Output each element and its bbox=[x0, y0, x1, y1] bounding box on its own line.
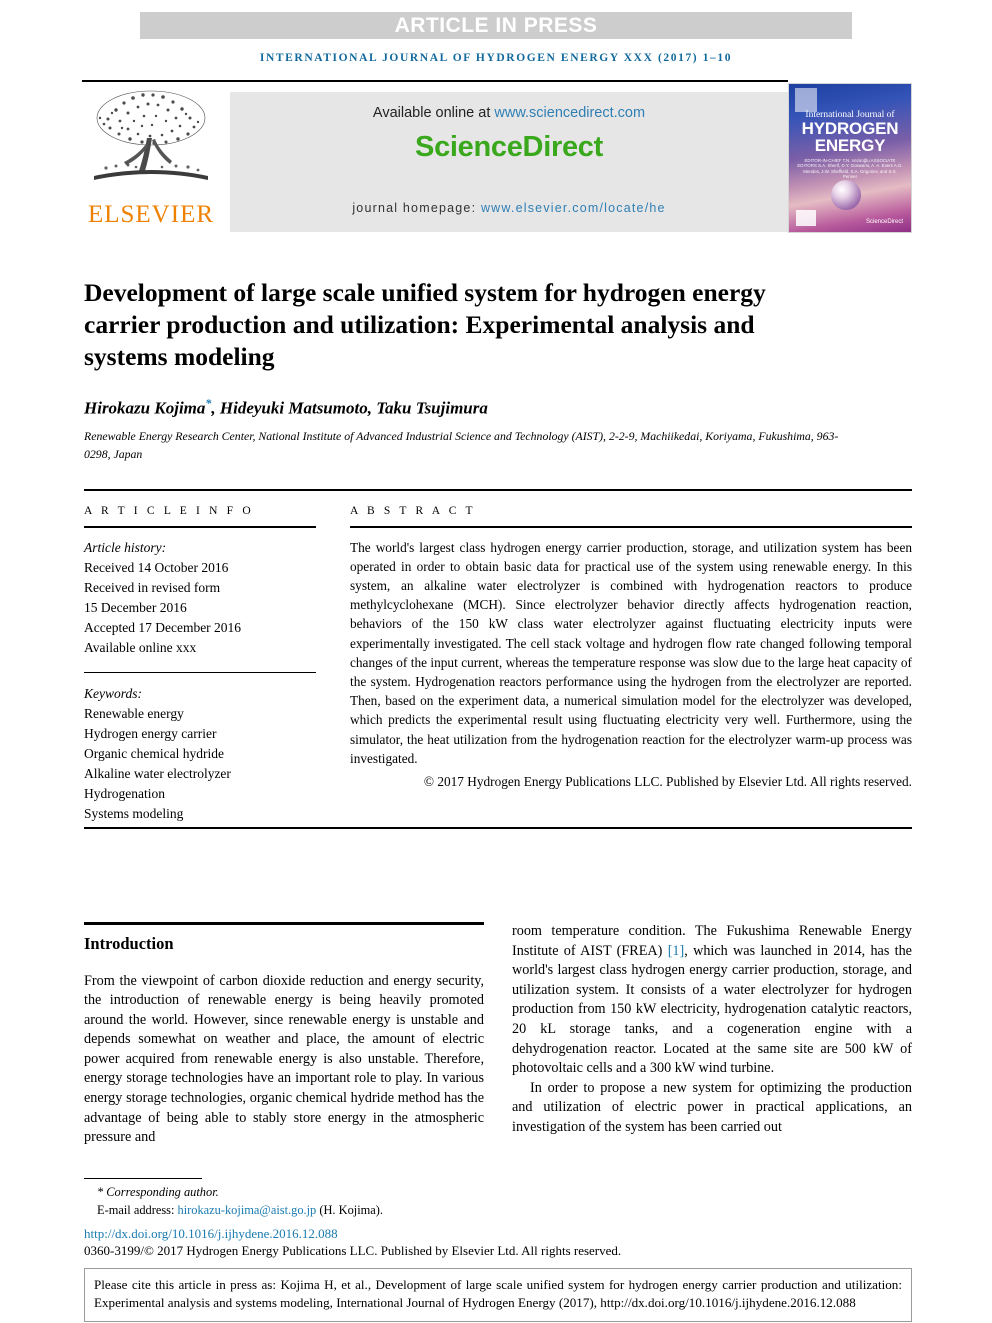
sciencedirect-banner: Available online at www.sciencedirect.co… bbox=[230, 92, 788, 232]
keyword-item: Hydrogenation bbox=[84, 785, 165, 801]
keyword-item: Organic chemical hydride bbox=[84, 745, 224, 761]
abstract-column: A B S T R A C T The world's largest clas… bbox=[350, 505, 912, 791]
email-label: E-mail address: bbox=[97, 1202, 178, 1217]
sciencedirect-wordmark: ScienceDirect bbox=[415, 131, 603, 163]
article-first-page: ARTICLE IN PRESS INTERNATIONAL JOURNAL O… bbox=[0, 0, 992, 1323]
available-online-prefix: Available online at bbox=[372, 105, 495, 121]
article-history-label: Article history: bbox=[84, 539, 167, 555]
article-in-press-label: ARTICLE IN PRESS bbox=[394, 13, 598, 37]
journal-homepage-prefix: journal homepage: bbox=[352, 201, 481, 215]
journal-homepage-link[interactable]: www.elsevier.com/locate/he bbox=[481, 201, 666, 215]
footnote-star-marker: * bbox=[97, 1185, 107, 1200]
body-right-column: room temperature condition. The Fukushim… bbox=[512, 922, 912, 1138]
info-block-top-rule bbox=[84, 489, 912, 491]
author-list-rest: , Hideyuki Matsumoto, Taku Tsujimura bbox=[211, 398, 488, 418]
keyword-item: Renewable energy bbox=[84, 705, 184, 721]
info-block-bottom-rule bbox=[84, 827, 912, 829]
article-in-press-banner: ARTICLE IN PRESS bbox=[140, 12, 852, 39]
footnote-rule bbox=[84, 1178, 202, 1180]
article-info-rule bbox=[84, 526, 316, 528]
cover-h2-badge-icon bbox=[796, 210, 816, 226]
cover-energy-word: ENERGY bbox=[814, 136, 886, 155]
body-left-column: Introduction From the viewpoint of carbo… bbox=[84, 922, 484, 1148]
author-affiliation: Renewable Energy Research Center, Nation… bbox=[84, 429, 839, 461]
journal-homepage-line: journal homepage: www.elsevier.com/locat… bbox=[230, 201, 788, 215]
keyword-item: Alkaline water electrolyzer bbox=[84, 765, 231, 781]
page-title: Development of large scale unified syste… bbox=[84, 278, 766, 372]
author-list: Hirokazu Kojima*, Hideyuki Matsumoto, Ta… bbox=[84, 396, 844, 419]
issn-copyright-line: 0360-3199/© 2017 Hydrogen Energy Publica… bbox=[84, 1243, 622, 1258]
keywords-label: Keywords: bbox=[84, 685, 142, 701]
cover-title-line2: HYDROGEN ENERGY bbox=[789, 120, 911, 154]
introduction-paragraph-continued: room temperature condition. The Fukushim… bbox=[512, 922, 912, 1079]
introduction-top-rule bbox=[84, 922, 484, 925]
citation-box: Please cite this article in press as: Ko… bbox=[84, 1268, 912, 1322]
introduction-heading: Introduction bbox=[84, 933, 174, 953]
email-suffix: (H. Kojima). bbox=[316, 1202, 384, 1217]
doi-link[interactable]: http://dx.doi.org/10.1016/j.ijhydene.201… bbox=[84, 1226, 338, 1242]
history-item: Accepted 17 December 2016 bbox=[84, 619, 242, 635]
email-link[interactable]: hirokazu-kojima@aist.go.jp bbox=[178, 1203, 317, 1217]
corresponding-author-note: * Corresponding author. bbox=[84, 1184, 504, 1202]
available-online-line: Available online at www.sciencedirect.co… bbox=[230, 105, 788, 121]
cover-sphere-graphic bbox=[831, 180, 861, 210]
reference-link-1[interactable]: [1] bbox=[668, 943, 685, 959]
abstract-heading: A B S T R A C T bbox=[350, 505, 476, 517]
journal-running-head: INTERNATIONAL JOURNAL OF HYDROGEN ENERGY… bbox=[259, 52, 733, 64]
journal-masthead: ELSEVIER Available online at www.science… bbox=[82, 80, 910, 236]
abstract-copyright: © 2017 Hydrogen Energy Publications LLC.… bbox=[423, 774, 912, 790]
article-info-heading: A R T I C L E I N F O bbox=[84, 505, 254, 517]
keyword-item: Hydrogen energy carrier bbox=[84, 725, 217, 741]
article-info-column: A R T I C L E I N F O Article history: R… bbox=[84, 505, 316, 824]
history-item: Received 14 October 2016 bbox=[84, 559, 229, 575]
introduction-paragraph-2: In order to propose a new system for opt… bbox=[512, 1079, 912, 1135]
elsevier-wordmark: ELSEVIER bbox=[87, 201, 215, 228]
article-info-separator bbox=[84, 671, 316, 673]
cover-sciencedirect-label: ScienceDirect bbox=[865, 219, 903, 225]
citation-text: Please cite this article in press as: Ko… bbox=[94, 1277, 902, 1311]
sciencedirect-url-link[interactable]: www.sciencedirect.com bbox=[494, 105, 645, 121]
introduction-paragraph: From the viewpoint of carbon dioxide red… bbox=[84, 972, 484, 1146]
author-corresponding-name: Hirokazu Kojima bbox=[84, 398, 206, 418]
cover-editors-text: EDITOR-IN-CHIEF T.N. Veziroğlu ASSOCIATE… bbox=[797, 158, 903, 180]
masthead-top-rule bbox=[82, 80, 788, 82]
elsevier-tree-icon bbox=[94, 90, 208, 180]
keyword-item: Systems modeling bbox=[84, 805, 184, 821]
email-address-line: E-mail address: hirokazu-kojima@aist.go.… bbox=[84, 1202, 504, 1220]
corresponding-author-text: Corresponding author. bbox=[106, 1185, 219, 1200]
elsevier-logo: ELSEVIER bbox=[86, 88, 216, 228]
cover-elsevier-logo-icon bbox=[795, 88, 817, 112]
abstract-text: The world's largest class hydrogen energ… bbox=[350, 539, 912, 766]
history-item: 15 December 2016 bbox=[84, 599, 187, 615]
history-item: Received in revised form bbox=[84, 579, 221, 595]
corresponding-author-footnote: * Corresponding author. E-mail address: … bbox=[84, 1178, 504, 1219]
intro-text-after-reference: , which was launched in 2014, has the wo… bbox=[512, 942, 912, 1077]
history-item: Available online xxx bbox=[84, 639, 197, 655]
journal-cover-thumbnail: International Journal of HYDROGEN ENERGY… bbox=[789, 84, 911, 232]
abstract-rule bbox=[350, 526, 912, 528]
